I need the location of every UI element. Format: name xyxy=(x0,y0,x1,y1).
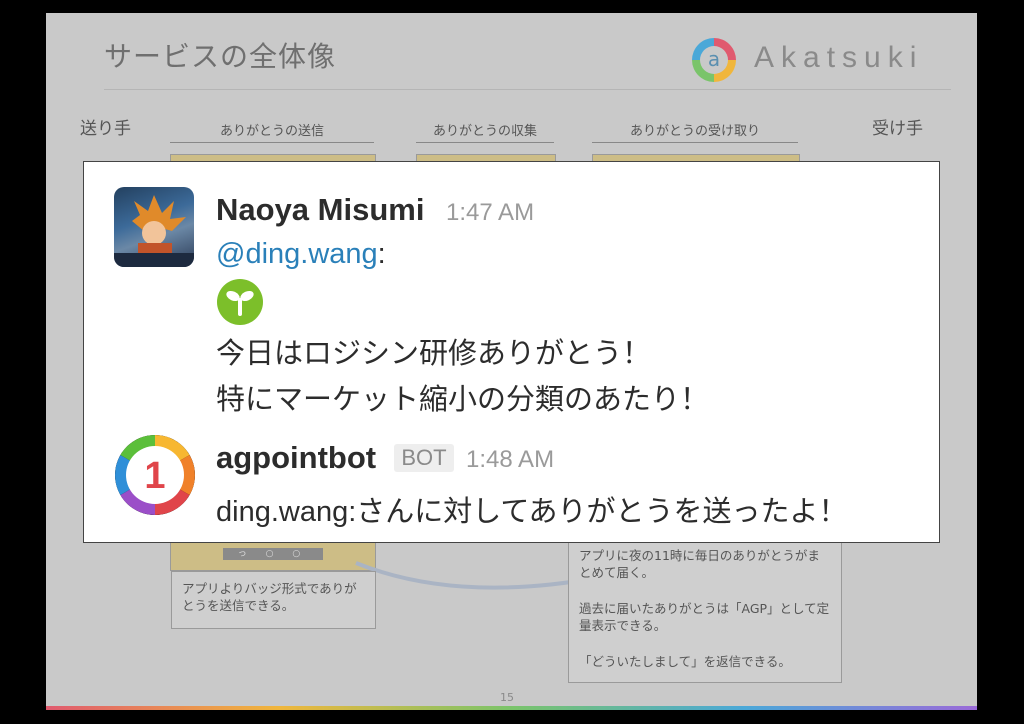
receiver-label: 受け手 xyxy=(872,119,923,139)
message-text-line: 特にマーケット縮小の分類のあたり！ xyxy=(216,384,710,416)
note-send: アプリよりバッジ形式でありがとうを送信できる。 xyxy=(171,571,376,629)
note-receive-line: アプリに夜の11時に毎日のありがとうがまとめて届く。 xyxy=(579,548,820,580)
sender-label: 送り手 xyxy=(80,119,131,139)
logo-text: Akatsuki xyxy=(754,41,924,74)
bot-avatar-digit: 1 xyxy=(144,455,165,497)
sender-name[interactable]: agpointbot xyxy=(216,440,376,476)
user-mention-link[interactable]: @ding.wang xyxy=(216,238,378,270)
note-receive-line: 「どういたしまして」を返信できる。 xyxy=(579,654,791,669)
column-underline xyxy=(416,142,554,143)
column-underline xyxy=(592,142,798,143)
color-stripe xyxy=(46,706,977,710)
column-underline xyxy=(170,142,374,143)
chat-message-panel: Naoya Misumi 1:47 AM @ding.wang: 今日はロジシン… xyxy=(83,161,940,543)
column-header-collect: ありがとうの収集 xyxy=(432,124,537,139)
bot-badge: BOT xyxy=(394,444,454,472)
flow-curve xyxy=(355,561,597,590)
column-header-send: ありがとうの送信 xyxy=(219,124,324,139)
mention-line: @ding.wang: xyxy=(216,238,386,271)
page-number: 15 xyxy=(500,691,514,704)
bot-avatar-icon[interactable]: 1 xyxy=(115,435,195,515)
avatar-character-icon xyxy=(114,195,194,267)
title-divider xyxy=(104,89,951,90)
note-receive-line: 過去に届いたありがとうは「AGP」として定量表示できる。 xyxy=(579,601,830,633)
user-avatar[interactable] xyxy=(114,187,194,267)
note-send-text: アプリよりバッジ形式でありがとうを送信できる。 xyxy=(182,581,357,613)
slide-title: サービスの全体像 xyxy=(104,40,337,73)
mention-suffix: : xyxy=(377,238,386,270)
message-timestamp[interactable]: 1:47 AM xyxy=(446,199,534,227)
logo-mark: a xyxy=(707,47,721,71)
sender-name[interactable]: Naoya Misumi xyxy=(216,192,424,228)
message-text-line: 今日はロジシン研修ありがとう！ xyxy=(216,338,652,370)
phone-nav-bar: っ ○ ○ xyxy=(223,548,323,560)
note-receive: アプリに夜の11時に毎日のありがとうがまとめて届く。 過去に届いたありがとうは「… xyxy=(568,538,842,683)
message-text-line: ding.wang:さんに対してありがとうを送ったよ！ xyxy=(216,496,848,528)
column-header-receive: ありがとうの受け取り xyxy=(629,124,760,139)
seedling-badge-icon[interactable] xyxy=(216,278,264,326)
message-timestamp[interactable]: 1:48 AM xyxy=(466,446,554,474)
akatsuki-logo-icon: a xyxy=(692,38,736,82)
